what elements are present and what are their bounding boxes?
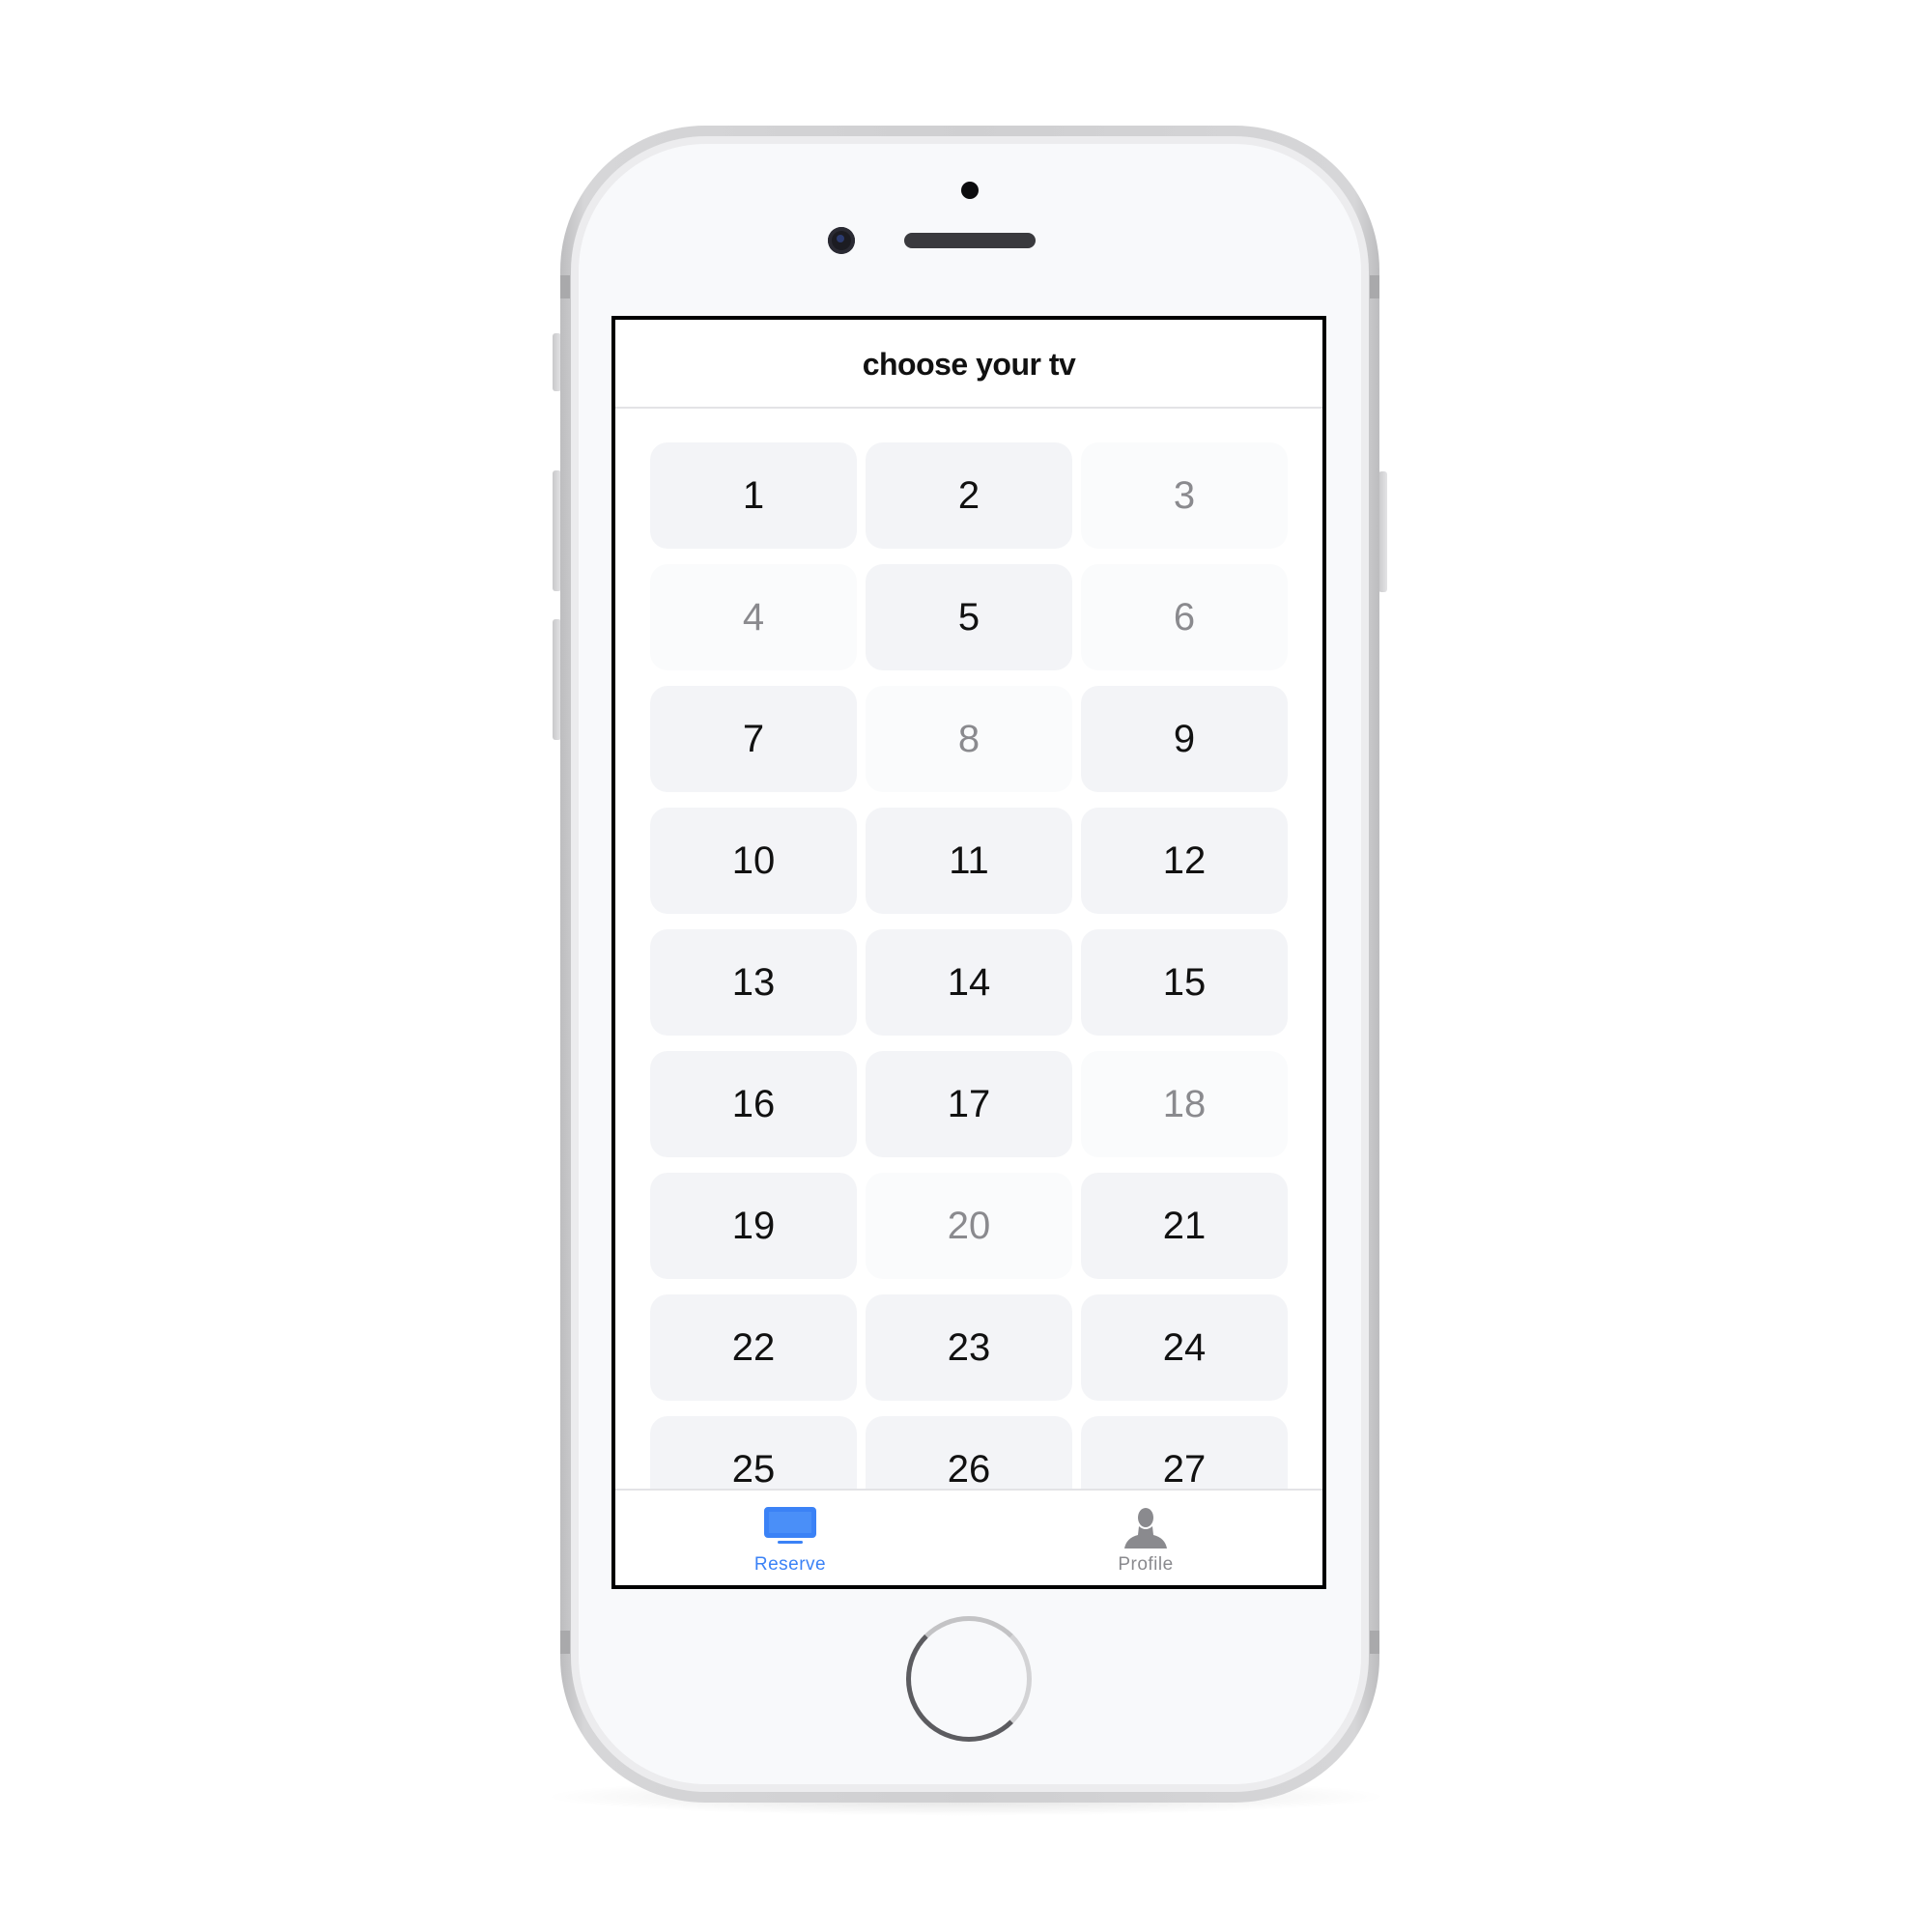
tab-bar: Reserve Profile xyxy=(615,1489,1322,1585)
tv-option-8[interactable]: 8 xyxy=(866,686,1072,792)
tv-option-25[interactable]: 25 xyxy=(650,1416,857,1491)
tv-option-9[interactable]: 9 xyxy=(1081,686,1288,792)
tv-option-11[interactable]: 11 xyxy=(866,808,1072,914)
power-button xyxy=(1378,471,1387,592)
tv-option-21[interactable]: 21 xyxy=(1081,1173,1288,1279)
tv-option-15[interactable]: 15 xyxy=(1081,929,1288,1036)
tv-option-18[interactable]: 18 xyxy=(1081,1051,1288,1157)
tv-icon xyxy=(763,1506,817,1551)
tab-profile-label: Profile xyxy=(1118,1554,1174,1575)
antenna-band xyxy=(1370,1631,1379,1654)
tab-reserve[interactable]: Reserve xyxy=(694,1491,887,1585)
navigation-bar: choose your tv xyxy=(615,320,1322,409)
tv-option-14[interactable]: 14 xyxy=(866,929,1072,1036)
tv-option-19[interactable]: 19 xyxy=(650,1173,857,1279)
tv-option-24[interactable]: 24 xyxy=(1081,1294,1288,1401)
person-icon xyxy=(1122,1506,1169,1555)
antenna-band xyxy=(560,1631,570,1654)
earpiece-speaker xyxy=(904,233,1036,248)
tv-option-20[interactable]: 20 xyxy=(866,1173,1072,1279)
tv-list-scroll[interactable]: 1 2 3 4 5 6 7 8 9 10 11 12 13 14 15 16 17 18 19 20 21 22 23 24 2… xyxy=(615,409,1322,1491)
tv-option-10[interactable]: 10 xyxy=(650,808,857,914)
tab-reserve-label: Reserve xyxy=(753,1554,827,1575)
mockup-stage: choose your tv 1 2 3 4 5 6 7 8 9 10 11 12 13 14 15 16 17… xyxy=(0,0,1932,1932)
antenna-band xyxy=(1370,275,1379,298)
antenna-band xyxy=(560,275,570,298)
tv-option-1[interactable]: 1 xyxy=(650,442,857,549)
tv-option-5[interactable]: 5 xyxy=(866,564,1072,670)
tv-option-13[interactable]: 13 xyxy=(650,929,857,1036)
tv-option-3[interactable]: 3 xyxy=(1081,442,1288,549)
tv-option-16[interactable]: 16 xyxy=(650,1051,857,1157)
app-screen: choose your tv 1 2 3 4 5 6 7 8 9 10 11 12 13 14 15 16 17… xyxy=(611,316,1326,1589)
tv-option-2[interactable]: 2 xyxy=(866,442,1072,549)
tv-option-6[interactable]: 6 xyxy=(1081,564,1288,670)
tv-option-22[interactable]: 22 xyxy=(650,1294,857,1401)
tv-option-27[interactable]: 27 xyxy=(1081,1416,1288,1491)
tab-profile[interactable]: Profile xyxy=(1049,1491,1242,1585)
tv-option-7[interactable]: 7 xyxy=(650,686,857,792)
tv-option-12[interactable]: 12 xyxy=(1081,808,1288,914)
tv-grid: 1 2 3 4 5 6 7 8 9 10 11 12 13 14 15 16 17 18 19 20 21 22 23 24 2… xyxy=(650,442,1288,1491)
front-camera xyxy=(828,227,855,254)
tv-option-4[interactable]: 4 xyxy=(650,564,857,670)
proximity-sensor xyxy=(961,182,979,199)
tv-option-17[interactable]: 17 xyxy=(866,1051,1072,1157)
tv-option-23[interactable]: 23 xyxy=(866,1294,1072,1401)
home-button[interactable] xyxy=(906,1616,1032,1742)
page-title: choose your tv xyxy=(862,347,1076,382)
tv-option-26[interactable]: 26 xyxy=(866,1416,1072,1491)
